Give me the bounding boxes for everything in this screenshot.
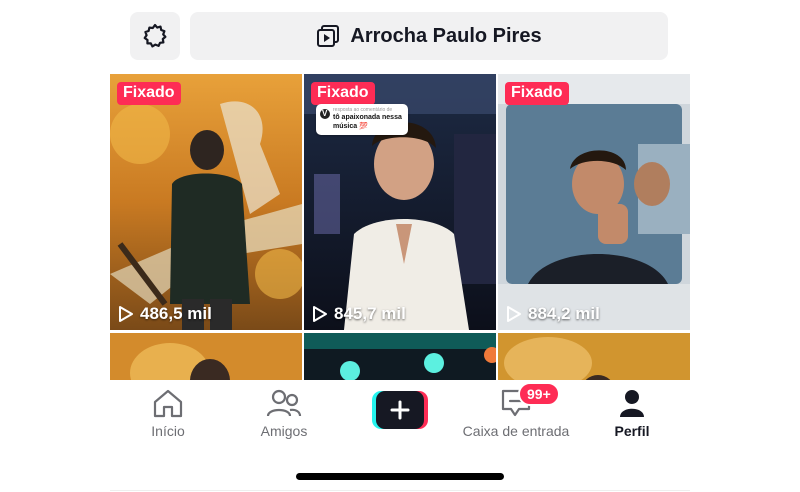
tab-profile[interactable]: Perfil [574,388,690,439]
video-thumbnail[interactable] [498,333,690,380]
thumbnail-image [498,74,690,330]
tab-inbox[interactable]: 99+ Caixa de entrada [458,382,574,439]
bottom-tab-bar: Início Amigos 99+ Caixa de entrada Perfi… [110,380,690,450]
profile-icon [620,390,644,417]
reply-caption: resposta ao comentário de tô apaixonada … [316,104,408,135]
tab-profile-label: Perfil [614,423,650,439]
create-button[interactable] [372,391,428,429]
view-count-value: 884,2 mil [528,304,600,323]
video-grid: Fixado 486,5 mil Fixado V resposta ao co… [110,74,690,380]
friends-icon [266,389,302,417]
video-thumbnail[interactable]: Fixado 884,2 mil [498,74,690,330]
inbox-badge: 99+ [518,382,560,406]
tab-friends-label: Amigos [260,423,308,439]
view-count: 884,2 mil [506,304,600,324]
thumbnail-image [110,333,302,380]
tab-home[interactable]: Início [110,388,226,439]
play-icon [313,306,327,322]
view-count: 845,7 mil [312,304,406,324]
view-count-value: 486,5 mil [140,304,212,323]
video-thumbnail[interactable]: Fixado resposta ao comentário de tô apai… [304,74,496,330]
top-bar: Arrocha Paulo Pires [130,12,670,60]
home-icon [153,389,183,418]
pinned-badge: Fixado [311,82,375,105]
tab-home-label: Início [151,423,185,439]
video-playlist-icon [317,25,340,47]
playlist-title: Arrocha Paulo Pires [350,24,542,47]
home-indicator [296,473,504,480]
tab-friends[interactable]: Amigos [226,388,342,439]
tab-inbox-label: Caixa de entrada [462,423,570,439]
thumbnail-image [498,333,690,380]
divider [110,490,690,491]
settings-button[interactable] [130,12,180,60]
play-icon [119,306,133,322]
commenter-avatar [320,109,330,119]
create-button-face [376,391,424,429]
thumbnail-image [304,333,496,380]
video-thumbnail[interactable]: Fixado 486,5 mil [110,74,302,330]
caption-text: tô apaixonada nessa música 💯 [333,114,402,130]
view-count-value: 845,7 mil [334,304,406,323]
play-icon [507,306,521,322]
playlist-button[interactable]: Arrocha Paulo Pires [190,12,668,60]
video-thumbnail[interactable] [110,333,302,380]
video-thumbnail[interactable] [304,333,496,380]
view-count: 486,5 mil [118,304,212,324]
pinned-badge: Fixado [117,82,181,105]
thumbnail-image [110,74,302,330]
plus-icon [390,400,410,420]
gear-icon [143,23,167,48]
pinned-badge: Fixado [505,82,569,105]
